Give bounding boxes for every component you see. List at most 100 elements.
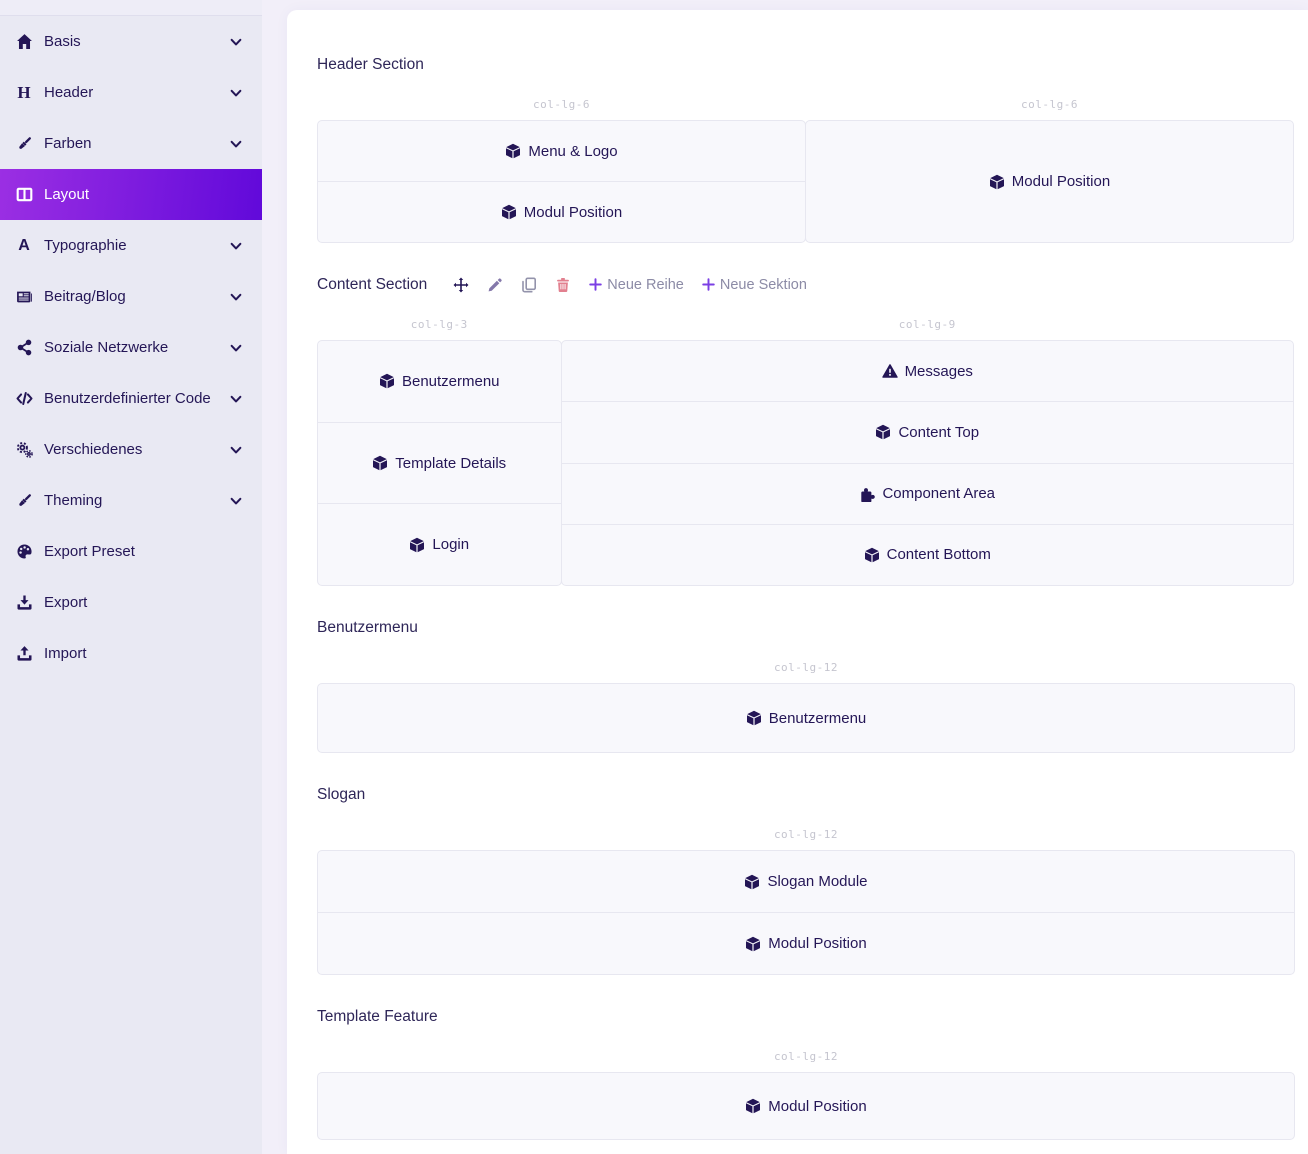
sidebar-item-basis[interactable]: Basis <box>0 16 262 67</box>
cube-icon <box>875 424 891 440</box>
sidebar-item-layout[interactable]: Layout <box>0 169 262 220</box>
columns-icon <box>12 186 36 203</box>
module-content-top[interactable]: Content Top <box>562 401 1294 462</box>
code-icon <box>12 390 36 407</box>
move-section-button[interactable] <box>453 277 469 293</box>
add-row-button[interactable]: Neue Reihe <box>589 277 684 293</box>
layout-builder-panel: Header Section col-lg-6 Menu & Logo Modul P… <box>287 10 1308 1154</box>
add-section-label: Neue Sektion <box>720 277 807 293</box>
upload-icon <box>12 645 36 662</box>
section-title: Benutzermenu <box>317 619 418 637</box>
section-header: Slogan <box>317 785 1295 804</box>
module-label: Messages <box>905 363 973 380</box>
sidebar-item-label: Benutzerdefinierter Code <box>44 390 224 407</box>
module-label: Modul Position <box>1012 173 1110 190</box>
sidebar-item-label: Header <box>44 84 224 101</box>
sidebar-item-header[interactable]: HHeader <box>0 67 262 118</box>
sidebar-item-export[interactable]: Export <box>0 577 262 628</box>
section-columns: col-lg-12 Modul Position <box>317 1050 1295 1140</box>
column-box: Benutzermenu <box>317 683 1295 753</box>
module-label: Login <box>432 536 469 553</box>
cube-icon <box>372 455 388 471</box>
module-label: Benutzermenu <box>402 373 500 390</box>
column-size-label: col-lg-12 <box>317 1050 1295 1063</box>
sidebar-item-beitrag-blog[interactable]: Beitrag/Blog <box>0 271 262 322</box>
chevron-down-icon <box>224 341 248 355</box>
section-header: Template Feature <box>317 1007 1295 1026</box>
sidebar-item-typographie[interactable]: ATypographie <box>0 220 262 271</box>
module-menu-logo[interactable]: Menu & Logo <box>318 121 805 181</box>
delete-section-button[interactable] <box>555 277 571 293</box>
module-benutzermenu[interactable]: Benutzermenu <box>318 341 561 422</box>
module-label: Modul Position <box>768 935 866 952</box>
add-section-button[interactable]: Neue Sektion <box>702 277 807 293</box>
sidebar-item-label: Basis <box>44 33 224 50</box>
section-title: Template Feature <box>317 1008 438 1026</box>
sidebar-item-export-preset[interactable]: Export Preset <box>0 526 262 577</box>
sidebar: Basis HHeaderFarbenLayoutATypographie Beit… <box>0 0 262 1154</box>
module-template-details[interactable]: Template Details <box>318 422 561 504</box>
sidebar-item-soziale-netzwerke[interactable]: Soziale Netzwerke <box>0 322 262 373</box>
plus-icon <box>702 278 715 291</box>
module-login[interactable]: Login <box>318 503 561 585</box>
column-col-lg-9: col-lg-9MessagesContent TopComponent Are… <box>561 318 1295 586</box>
sidebar-item-label: Beitrag/Blog <box>44 288 224 305</box>
palette-icon <box>12 543 36 560</box>
font-icon: A <box>12 238 36 254</box>
column-size-label: col-lg-3 <box>317 318 562 331</box>
column-box: Modul Position <box>317 1072 1295 1140</box>
sidebar-item-farben[interactable]: Farben <box>0 118 262 169</box>
column-col-lg-3: col-lg-3 Benutzermenu Template Details Logi… <box>317 318 562 586</box>
chevron-down-icon <box>224 494 248 508</box>
chevron-down-icon <box>224 290 248 304</box>
column-size-label: col-lg-6 <box>317 98 806 111</box>
section-header: Benutzermenu <box>317 618 1295 637</box>
cube-icon <box>379 373 395 389</box>
module-modul-position[interactable]: Modul Position <box>318 181 805 242</box>
chevron-down-icon <box>224 392 248 406</box>
paintbrush-icon <box>12 492 36 509</box>
column-col-lg-6: col-lg-6 Modul Position <box>805 98 1294 243</box>
module-messages[interactable]: Messages <box>562 341 1294 401</box>
module-label: Slogan Module <box>767 873 867 890</box>
chevron-down-icon <box>224 239 248 253</box>
section-title: Slogan <box>317 786 365 804</box>
column-col-lg-12: col-lg-12 Benutzermenu <box>317 661 1295 753</box>
column-col-lg-6: col-lg-6 Menu & Logo Modul Position <box>317 98 806 243</box>
section-header: Header Section <box>317 55 1295 74</box>
plus-icon <box>589 278 602 291</box>
column-box: Benutzermenu Template Details Login <box>317 340 562 586</box>
section-content-section: Content SectionNeue ReiheNeue Sektioncol… <box>317 275 1295 586</box>
module-component-area[interactable]: Component Area <box>562 463 1294 524</box>
sidebar-item-benutzerdefinierter-code[interactable]: Benutzerdefinierter Code <box>0 373 262 424</box>
sidebar-item-label: Import <box>44 645 248 662</box>
cube-icon <box>744 874 760 890</box>
sidebar-item-theming[interactable]: Theming <box>0 475 262 526</box>
duplicate-section-button[interactable] <box>521 277 537 293</box>
module-slogan-module[interactable]: Slogan Module <box>318 851 1294 912</box>
column-col-lg-12: col-lg-12 Slogan Module Modul Position <box>317 828 1295 975</box>
column-box: Menu & Logo Modul Position <box>317 120 806 243</box>
column-size-label: col-lg-12 <box>317 828 1295 841</box>
sidebar-item-label: Verschiedenes <box>44 441 224 458</box>
warning-icon <box>882 363 898 379</box>
module-benutzermenu[interactable]: Benutzermenu <box>318 684 1294 752</box>
module-modul-position[interactable]: Modul Position <box>806 121 1293 242</box>
column-size-label: col-lg-6 <box>805 98 1294 111</box>
module-label: Menu & Logo <box>528 143 617 160</box>
section-header: Content SectionNeue ReiheNeue Sektion <box>317 275 1295 294</box>
section-toolbar: Neue Reihe Neue Sektion <box>453 277 807 293</box>
module-modul-position[interactable]: Modul Position <box>318 1073 1294 1139</box>
column-size-label: col-lg-12 <box>317 661 1295 674</box>
sidebar-item-label: Export <box>44 594 248 611</box>
paintbrush-icon <box>12 135 36 152</box>
section-template-feature: Template Feature col-lg-12 Modul Position <box>317 1007 1295 1140</box>
share-icon <box>12 339 36 356</box>
edit-section-button[interactable] <box>487 277 503 293</box>
cube-icon <box>989 174 1005 190</box>
sidebar-item-verschiedenes[interactable]: Verschiedenes <box>0 424 262 475</box>
module-content-bottom[interactable]: Content Bottom <box>562 524 1294 585</box>
module-modul-position[interactable]: Modul Position <box>318 912 1294 974</box>
sidebar-top-strip <box>0 0 262 16</box>
sidebar-item-import[interactable]: Import <box>0 628 262 679</box>
